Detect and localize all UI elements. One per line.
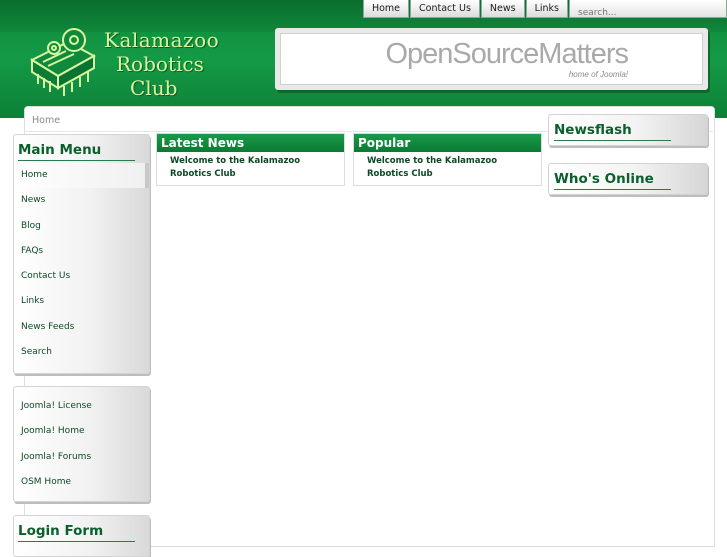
osm-banner-inner: OpenSourceMatters home of Joomla!	[280, 33, 703, 85]
breadcrumb: Home	[32, 115, 61, 126]
osm-banner-title: OpenSourceMatters	[385, 38, 629, 70]
osm-banner-subtitle: home of Joomla!	[568, 70, 628, 79]
club-name-line-3: Club	[130, 76, 178, 100]
menu-item-faqs[interactable]: FAQs	[14, 239, 149, 264]
menu-item-search[interactable]: Search	[14, 340, 149, 365]
menu-item-osm-home[interactable]: OSM Home	[14, 470, 149, 495]
main-menu-list: Home News Blog FAQs Contact Us Links New…	[14, 163, 149, 365]
topnav-contact-link[interactable]: Contact Us	[410, 0, 480, 18]
whos-online-title: Who's Online	[554, 171, 671, 190]
menu-item-home[interactable]: Home	[14, 163, 149, 189]
other-menu-list: Joomla! License Joomla! Home Joomla! For…	[14, 394, 149, 495]
popular-box: Popular Welcome to the Kalamazoo Robotic…	[353, 133, 542, 186]
search-input[interactable]	[570, 5, 727, 21]
club-name-logo: Kalamazoo Robotics Club	[104, 28, 219, 100]
login-form-module: Login Form	[13, 515, 150, 557]
latest-news-title: Latest News	[157, 134, 344, 152]
popular-title: Popular	[354, 134, 541, 152]
login-form-title: Login Form	[18, 523, 135, 542]
club-name-line-2: Robotics	[116, 52, 204, 76]
menu-item-contact-us[interactable]: Contact Us	[14, 264, 149, 289]
whos-online-module: Who's Online	[548, 163, 708, 195]
top-navigation: Home Contact Us News Links	[362, 0, 727, 21]
main-menu-title: Main Menu	[18, 142, 135, 161]
menu-item-links[interactable]: Links	[14, 289, 149, 314]
menu-item-joomla-license[interactable]: Joomla! License	[14, 394, 149, 419]
menu-item-blog[interactable]: Blog	[14, 214, 149, 239]
site-header: Home Contact Us News Links Kalamazoo Rob…	[0, 0, 727, 118]
topnav-links-link[interactable]: Links	[525, 0, 568, 18]
newsflash-module: Newsflash	[548, 114, 708, 146]
search-box	[569, 0, 727, 21]
topnav-home-link[interactable]: Home	[362, 0, 410, 18]
robot-logo-icon	[29, 28, 97, 96]
latest-news-box: Latest News Welcome to the Kalamazoo Rob…	[156, 133, 345, 186]
main-menu-module: Main Menu Home News Blog FAQs Contact Us…	[13, 134, 150, 374]
menu-item-joomla-home[interactable]: Joomla! Home	[14, 419, 149, 444]
newsflash-title: Newsflash	[554, 122, 671, 141]
osm-banner[interactable]: OpenSourceMatters home of Joomla!	[275, 28, 708, 90]
menu-item-news-feeds[interactable]: News Feeds	[14, 315, 149, 340]
menu-item-news[interactable]: News	[14, 188, 149, 213]
menu-item-joomla-forums[interactable]: Joomla! Forums	[14, 445, 149, 470]
latest-news-link[interactable]: Welcome to the Kalamazoo Robotics Club	[170, 155, 320, 181]
topnav-news-link[interactable]: News	[480, 0, 525, 18]
club-name-line-1: Kalamazoo	[104, 28, 220, 52]
popular-link[interactable]: Welcome to the Kalamazoo Robotics Club	[367, 155, 517, 181]
other-menu-module: Joomla! License Joomla! Home Joomla! For…	[13, 386, 150, 502]
